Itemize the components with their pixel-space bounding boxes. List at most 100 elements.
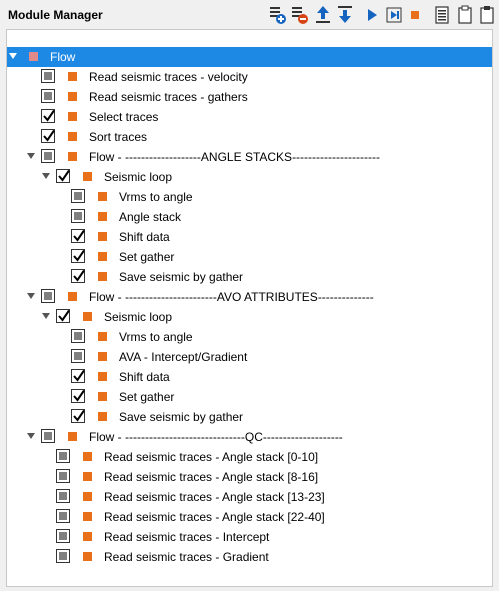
stop-icon[interactable]: [406, 4, 426, 26]
expand-arrow-icon[interactable]: [9, 53, 17, 59]
expand-arrow-icon[interactable]: [42, 313, 50, 319]
expand-arrow-icon[interactable]: [27, 293, 35, 299]
module-tree: Flow Read seismic traces - velocity Read s…: [7, 30, 492, 586]
tree-row-label: Select traces: [89, 110, 159, 124]
enable-checkbox[interactable]: [71, 389, 85, 403]
tree-row[interactable]: Set gather: [7, 387, 492, 407]
module-square-icon: [68, 132, 77, 141]
tree-row[interactable]: Save seismic by gather: [7, 407, 492, 427]
tree-row-label: Seismic loop: [104, 170, 173, 184]
toolbar: [0, 4, 499, 26]
tree-row[interactable]: AVA - Intercept/Gradient: [7, 347, 492, 367]
expand-arrow-icon[interactable]: [42, 173, 50, 179]
run-to-cursor-icon[interactable]: [384, 4, 404, 26]
enable-checkbox[interactable]: [41, 109, 55, 123]
list-icon[interactable]: [432, 4, 452, 26]
enable-checkbox[interactable]: [56, 449, 70, 463]
module-square-icon: [68, 72, 77, 81]
tree-row-label: Set gather: [119, 250, 175, 264]
module-square-icon: [98, 412, 107, 421]
tree-row-label: Sort traces: [89, 130, 148, 144]
tree-row-label: AVA - Intercept/Gradient: [119, 350, 248, 364]
module-square-icon: [83, 512, 92, 521]
tree-row[interactable]: Flow - -----------------------AVO ATTRIB…: [7, 287, 492, 307]
tree-row[interactable]: Read seismic traces - Gradient: [7, 547, 492, 567]
enable-checkbox[interactable]: [41, 429, 55, 443]
enable-checkbox[interactable]: [56, 489, 70, 503]
tree-row-label: Read seismic traces - Angle stack [8-16]: [104, 470, 319, 484]
tree-row[interactable]: Vrms to angle: [7, 187, 492, 207]
tree-root-row[interactable]: Flow: [7, 47, 492, 67]
tree-row-label: Save seismic by gather: [119, 270, 244, 284]
tree-row[interactable]: Read seismic traces - Angle stack [8-16]: [7, 467, 492, 487]
tree-row[interactable]: Read seismic traces - Intercept: [7, 527, 492, 547]
tree-row-label: Read seismic traces - Angle stack [0-10]: [104, 450, 319, 464]
module-square-icon: [98, 212, 107, 221]
tree-row[interactable]: Vrms to angle: [7, 327, 492, 347]
move-up-icon[interactable]: [313, 4, 333, 26]
enable-checkbox[interactable]: [56, 529, 70, 543]
enable-checkbox[interactable]: [41, 69, 55, 83]
tree-row-label: Set gather: [119, 390, 175, 404]
enable-checkbox[interactable]: [71, 209, 85, 223]
tree-row-label: Save seismic by gather: [119, 410, 244, 424]
enable-checkbox[interactable]: [56, 169, 70, 183]
tree-row-label: Shift data: [119, 230, 170, 244]
tree-row[interactable]: Save seismic by gather: [7, 267, 492, 287]
tree-row[interactable]: Read seismic traces - Angle stack [22-40…: [7, 507, 492, 527]
tree-row-label: Flow - -----------------------AVO ATTRIB…: [89, 290, 374, 304]
move-down-icon[interactable]: [335, 4, 355, 26]
tree-row[interactable]: Shift data: [7, 227, 492, 247]
module-square-icon: [29, 52, 38, 61]
tree-row[interactable]: Read seismic traces - Angle stack [0-10]: [7, 447, 492, 467]
enable-checkbox[interactable]: [56, 549, 70, 563]
enable-checkbox[interactable]: [71, 229, 85, 243]
module-square-icon: [98, 332, 107, 341]
module-square-icon: [98, 252, 107, 261]
enable-checkbox[interactable]: [71, 409, 85, 423]
clipboard-copy-icon[interactable]: [455, 4, 475, 26]
tree-row[interactable]: Sort traces: [7, 127, 492, 147]
tree-row[interactable]: Flow - ------------------------------QC-…: [7, 427, 492, 447]
module-square-icon: [98, 272, 107, 281]
enable-checkbox[interactable]: [71, 349, 85, 363]
tree-row[interactable]: Shift data: [7, 367, 492, 387]
module-square-icon: [98, 372, 107, 381]
expand-arrow-icon[interactable]: [27, 153, 35, 159]
title-bar: Module Manager: [0, 0, 499, 30]
enable-checkbox[interactable]: [41, 89, 55, 103]
enable-checkbox[interactable]: [41, 149, 55, 163]
tree-row-label: Read seismic traces - velocity: [89, 70, 248, 84]
enable-checkbox[interactable]: [71, 329, 85, 343]
add-module-icon[interactable]: [268, 4, 288, 26]
tree-row[interactable]: Seismic loop: [7, 307, 492, 327]
tree-row-label: Read seismic traces - Angle stack [22-40…: [104, 510, 325, 524]
tree-row[interactable]: Read seismic traces - Angle stack [13-23…: [7, 487, 492, 507]
enable-checkbox[interactable]: [41, 129, 55, 143]
enable-checkbox[interactable]: [71, 269, 85, 283]
tree-row[interactable]: Seismic loop: [7, 167, 492, 187]
enable-checkbox[interactable]: [71, 249, 85, 263]
module-square-icon: [83, 172, 92, 181]
tree-row-label: Shift data: [119, 370, 170, 384]
tree-row[interactable]: Set gather: [7, 247, 492, 267]
enable-checkbox[interactable]: [56, 509, 70, 523]
run-icon[interactable]: [362, 4, 382, 26]
tree-row[interactable]: Read seismic traces - velocity: [7, 67, 492, 87]
tree-row[interactable]: Select traces: [7, 107, 492, 127]
expand-arrow-icon[interactable]: [27, 433, 35, 439]
module-square-icon: [83, 532, 92, 541]
clipboard-paste-icon[interactable]: [477, 4, 497, 26]
tree-row[interactable]: Flow - -------------------ANGLE STACKS--…: [7, 147, 492, 167]
tree-row[interactable]: Angle stack: [7, 207, 492, 227]
enable-checkbox[interactable]: [56, 469, 70, 483]
enable-checkbox[interactable]: [56, 309, 70, 323]
enable-checkbox[interactable]: [71, 369, 85, 383]
tree-row[interactable]: Read seismic traces - gathers: [7, 87, 492, 107]
enable-checkbox[interactable]: [71, 189, 85, 203]
module-square-icon: [83, 552, 92, 561]
remove-module-icon[interactable]: [290, 4, 310, 26]
tree-row-label: Vrms to angle: [119, 190, 193, 204]
enable-checkbox[interactable]: [41, 289, 55, 303]
module-square-icon: [83, 492, 92, 501]
